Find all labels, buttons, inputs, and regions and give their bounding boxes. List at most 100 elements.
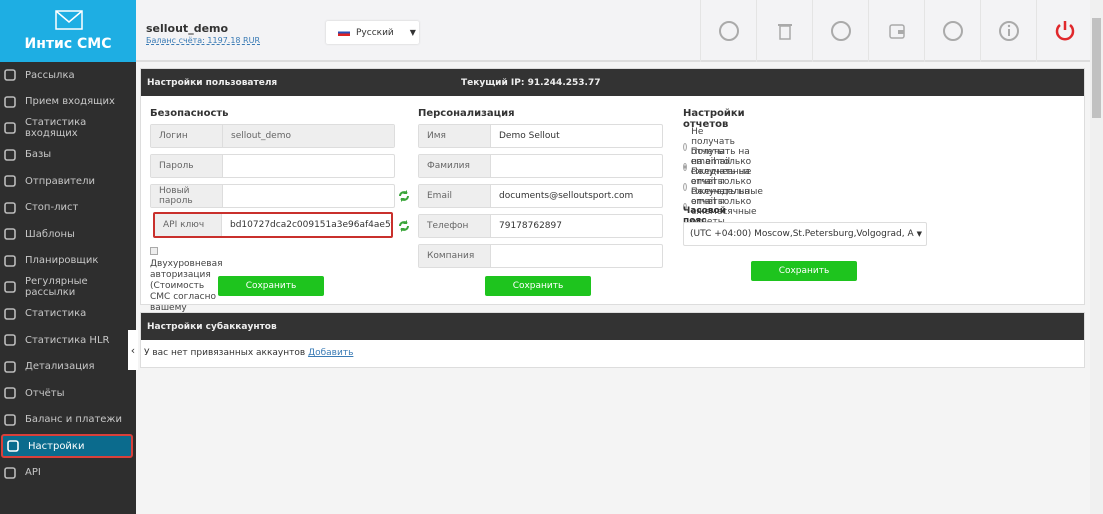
personal-heading: Персонализация (418, 108, 515, 119)
edit-icon (4, 69, 16, 81)
chat-icon (4, 122, 16, 134)
sidebar-item-label: Статистика (25, 308, 87, 319)
email-value: documents@selloutsport.com (499, 191, 634, 201)
surname-label: Фамилия (419, 155, 491, 177)
name-field[interactable]: Имя Demo Sellout (418, 124, 663, 148)
save-security-button[interactable]: Сохранить (218, 276, 324, 296)
sidebar-item[interactable]: Детализация (0, 355, 136, 379)
api-key-value: bd10727dca2c009151a3e96af4ae5f0e5( (230, 220, 391, 230)
scrollbar[interactable] (1090, 0, 1103, 514)
wallet-button[interactable] (868, 0, 924, 62)
lifebuoy-icon (830, 21, 851, 41)
subaccounts-panel: Настройки субаккаунтов У вас нет привяза… (140, 312, 1085, 368)
signal-icon (4, 334, 16, 346)
refresh-icon[interactable] (397, 189, 411, 203)
envelope-icon (55, 10, 83, 30)
language-label: Русский (356, 27, 394, 38)
no-accounts-text: У вас нет привязанных аккаунтов (144, 348, 306, 358)
phone-icon (4, 148, 16, 161)
sidebar-item-label: Шаблоны (25, 228, 75, 240)
sidebar-item[interactable]: API (0, 461, 136, 485)
chevron-down-icon: ▼ (409, 28, 416, 37)
trash-button[interactable] (756, 0, 812, 62)
handshake-button[interactable] (700, 0, 756, 62)
refresh-icon[interactable] (397, 219, 411, 233)
sidebar-item[interactable]: Базы (0, 143, 136, 167)
sidebar-item-label: Базы (25, 149, 52, 160)
save-personal-button[interactable]: Сохранить (485, 276, 591, 296)
sidebar-item[interactable]: Рассылка (0, 63, 136, 87)
surname-field[interactable]: Фамилия (418, 154, 663, 178)
sidebar-item[interactable]: Статистика входящих (0, 116, 136, 140)
sidebar-item[interactable]: Статистика (0, 302, 136, 326)
sidebar-item-label: Детализация (25, 361, 95, 372)
timezone-value: (UTC +04:00) Moscow,St.Petersburg,Volgog… (690, 229, 914, 239)
template-icon (4, 228, 16, 240)
login-field: Логин sellout_demo (150, 124, 395, 148)
sidebar: Рассылка Прием входящих Статистика входящи… (0, 62, 136, 514)
sidebar-item[interactable]: Прием входящих (0, 90, 136, 114)
lifebuoy-button[interactable] (812, 0, 868, 62)
globe-button[interactable] (924, 0, 980, 62)
info-button[interactable] (980, 0, 1036, 62)
email-label: Email (419, 185, 491, 207)
login-value: sellout_demo (223, 125, 394, 147)
sidebar-item[interactable]: Стоп-лист (0, 196, 136, 220)
password-field[interactable]: Пароль (150, 154, 395, 178)
add-subaccount-link[interactable]: Добавить (308, 348, 353, 358)
sidebar-item-label: Планировщик (25, 255, 99, 266)
sidebar-item-label: Прием входящих (25, 96, 115, 107)
phone-field[interactable]: Телефон 79178762897 (418, 214, 663, 238)
repeat-icon (4, 281, 16, 293)
balance-link[interactable]: Баланс счёта: 1197.18 RUR (146, 36, 260, 45)
sidebar-item[interactable]: Шаблоны (0, 222, 136, 246)
sidebar-item[interactable]: Планировщик (0, 249, 136, 273)
sidebar-item[interactable]: Отчёты (0, 381, 136, 405)
sender-icon (4, 175, 16, 187)
user-info: sellout_demo Баланс счёта: 1197.18 RUR (146, 22, 260, 46)
api-key-field[interactable]: API ключ bd10727dca2c009151a3e96af4ae5f0e… (153, 212, 393, 238)
sidebar-item-label: Баланс и платежи (25, 414, 122, 425)
logo-text: Интис СМС (24, 36, 112, 52)
company-label: Компания (419, 245, 491, 267)
new-password-label: Новый пароль (151, 185, 223, 207)
current-ip: Текущий IP: 91.244.253.77 (461, 77, 601, 88)
security-heading: Безопасность (150, 108, 229, 119)
collapse-sidebar-button[interactable]: ‹ (128, 330, 138, 370)
sidebar-item-label: Стоп-лист (25, 202, 79, 213)
report-icon (4, 387, 16, 399)
sidebar-item-label: Статистика HLR (25, 334, 110, 346)
sidebar-item[interactable]: Настройки (1, 434, 133, 458)
power-button[interactable] (1036, 0, 1092, 62)
save-reports-button[interactable]: Сохранить (751, 261, 857, 281)
two-factor-label: Двухуровневая авторизация (150, 259, 223, 280)
globe-icon (942, 21, 963, 41)
email-field[interactable]: Email documents@selloutsport.com (418, 184, 663, 208)
sidebar-item-label: Отчёты (25, 387, 65, 399)
sidebar-item-label: Статистика входящих (25, 117, 87, 139)
sidebar-item[interactable]: Регулярные рассылки (0, 275, 136, 299)
new-password-field[interactable]: Новый пароль (150, 184, 395, 208)
panel-title: Настройки пользователя (147, 77, 278, 88)
subaccounts-body: У вас нет привязанных аккаунтов Добавить (141, 340, 1084, 366)
panel-header: Настройки субаккаунтов (141, 313, 1084, 340)
sidebar-item-label: Настройки (28, 440, 85, 452)
info-icon (998, 21, 1019, 41)
power-icon (1055, 21, 1074, 41)
company-field[interactable]: Компания (418, 244, 663, 268)
sidebar-item[interactable]: Статистика HLR (0, 328, 136, 352)
chevron-left-icon: ‹ (130, 343, 136, 357)
top-bar: sellout_demo Баланс счёта: 1197.18 RUR Р… (136, 0, 1090, 62)
logo[interactable]: Интис СМС (0, 0, 136, 62)
sidebar-item-label: API (25, 467, 41, 478)
two-factor-checkbox[interactable] (150, 247, 158, 255)
timezone-select[interactable]: (UTC +04:00) Moscow,St.Petersburg,Volgog… (683, 222, 927, 246)
gear-icon (7, 440, 19, 452)
api-key-label: API ключ (155, 214, 222, 236)
sidebar-item-label: Регулярные рассылки (25, 276, 88, 298)
trash-icon (777, 24, 792, 40)
russia-flag-icon (338, 29, 350, 36)
language-select[interactable]: Русский ▼ (326, 21, 419, 44)
sidebar-item[interactable]: Отправители (0, 169, 136, 193)
sidebar-item[interactable]: Баланс и платежи (0, 408, 136, 432)
